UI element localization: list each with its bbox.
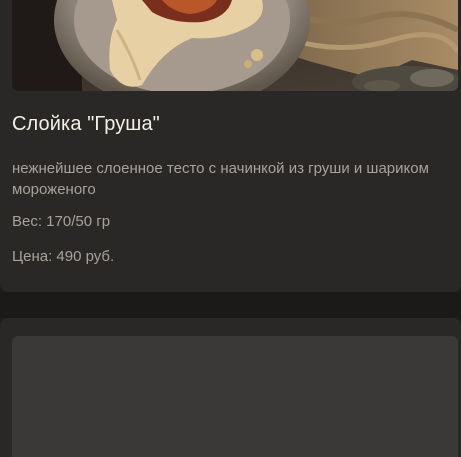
image-placeholder bbox=[12, 336, 458, 457]
product-photo bbox=[12, 0, 458, 91]
product-card[interactable]: Слойка "Груша" нежнейшее слоенное тесто … bbox=[0, 0, 461, 292]
menu-page: Слойка "Груша" нежнейшее слоенное тесто … bbox=[0, 0, 461, 457]
card-separator bbox=[0, 292, 461, 318]
product-card-next[interactable] bbox=[0, 318, 461, 457]
product-photo-image bbox=[12, 0, 458, 91]
product-title: Слойка "Груша" bbox=[12, 113, 160, 135]
product-description: нежнейшее слоенное тесто с начинкой из г… bbox=[12, 160, 429, 198]
product-price: Цена: 490 руб. bbox=[12, 248, 115, 265]
product-weight: Вес: 170/50 гр bbox=[12, 213, 111, 230]
